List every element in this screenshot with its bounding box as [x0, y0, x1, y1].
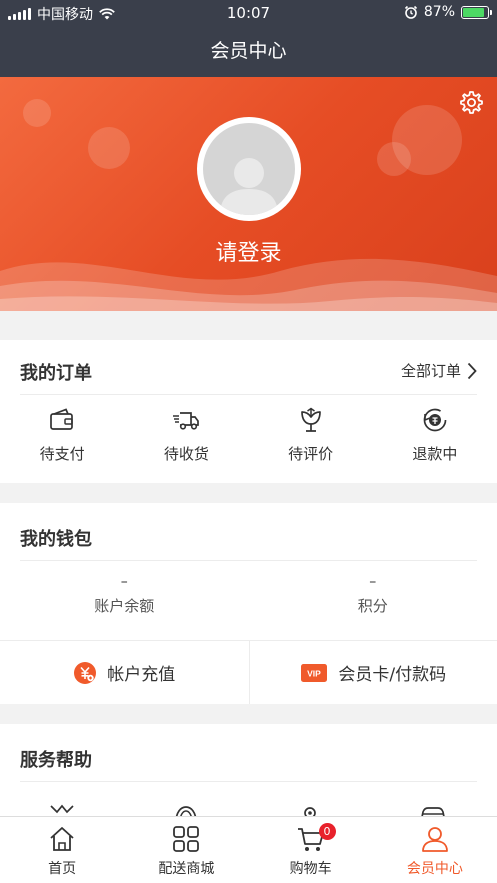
decor-waves: [0, 258, 497, 311]
avatar[interactable]: [197, 117, 301, 221]
tab-label: 配送商城: [158, 861, 215, 877]
orders-card: 我的订单 全部订单 待支付 待收货 待评价 退款中: [0, 340, 497, 483]
decor-bubble: [88, 127, 130, 169]
order-status-label: 待评价: [288, 445, 334, 463]
vip-text: VIP: [308, 668, 322, 678]
tab-cart[interactable]: 0 购物车: [249, 817, 373, 883]
recharge-yen-icon: [74, 661, 97, 684]
order-status-list: 待支付 待收货 待评价 退款中: [0, 405, 497, 464]
account-balance-label: 账户余额: [94, 597, 155, 615]
points[interactable]: – 积分: [249, 573, 497, 616]
wallet-summary: – 账户余额 – 积分: [0, 573, 497, 616]
decor-bubble: [377, 142, 411, 176]
divider: [20, 781, 477, 782]
recharge-button[interactable]: 帐户充值: [0, 641, 249, 704]
flower-icon: [300, 407, 321, 432]
divider: [20, 560, 477, 561]
default-avatar-icon: [203, 123, 295, 215]
settings-gear-icon[interactable]: [457, 89, 485, 117]
tab-label: 首页: [48, 861, 77, 877]
services-title: 服务帮助: [20, 750, 92, 771]
service-car-icon[interactable]: [418, 804, 448, 816]
grid-icon: [173, 826, 200, 852]
tab-label: 会员中心: [406, 861, 463, 877]
wallet-icon: [50, 408, 73, 430]
account-balance[interactable]: – 账户余额: [0, 573, 249, 616]
alarm-icon: [404, 5, 417, 19]
delivery-truck-icon: [173, 412, 200, 430]
wallet-actions: 帐户充值 VIP 会员卡/付款码: [0, 640, 497, 704]
member-card-button[interactable]: VIP 会员卡/付款码: [248, 641, 497, 704]
page-title: 会员中心: [210, 40, 287, 62]
all-orders-link[interactable]: 全部订单: [401, 360, 477, 381]
decor-bubble: [23, 99, 51, 127]
vip-card-icon: VIP: [301, 663, 328, 682]
profile-header: 请登录: [0, 77, 497, 311]
tab-home[interactable]: 首页: [0, 817, 124, 883]
tab-member-center[interactable]: 会员中心: [373, 817, 497, 883]
cart-count-badge: 0: [318, 823, 336, 840]
nav-bar: 会员中心: [0, 27, 497, 77]
recharge-label: 帐户充值: [107, 665, 176, 685]
wallet-card: 我的钱包 – 账户余额 – 积分 帐户充值 VIP 会员卡/付款码: [0, 503, 497, 704]
all-orders-label: 全部订单: [400, 362, 461, 380]
divider: [20, 394, 477, 395]
service-tie-icon[interactable]: [47, 804, 77, 816]
service-location-icon[interactable]: [295, 804, 325, 816]
tab-label: 购物车: [289, 861, 332, 877]
points-value: –: [369, 574, 377, 590]
order-pending-payment[interactable]: 待支付: [0, 405, 124, 464]
bottom-tab-bar: 首页 配送商城 0 购物车 会员中心: [0, 816, 497, 883]
wallet-title: 我的钱包: [20, 529, 92, 550]
battery-percent: 87%: [423, 4, 455, 20]
tab-delivery-mall[interactable]: 配送商城: [124, 817, 248, 883]
chevron-right-icon: [467, 362, 477, 379]
order-status-label: 退款中: [412, 445, 458, 463]
order-status-label: 待收货: [163, 445, 209, 463]
order-status-label: 待支付: [39, 445, 85, 463]
battery-icon: [461, 5, 492, 19]
service-headset-icon[interactable]: [171, 804, 201, 816]
order-pending-delivery[interactable]: 待收货: [124, 405, 248, 464]
home-icon: [50, 827, 74, 851]
user-icon: [421, 827, 448, 852]
points-label: 积分: [357, 597, 388, 615]
order-pending-review[interactable]: 待评价: [249, 405, 373, 464]
services-card: 服务帮助: [0, 724, 497, 816]
order-refunding[interactable]: 退款中: [373, 405, 497, 464]
account-balance-value: –: [120, 574, 128, 590]
orders-title: 我的订单: [20, 363, 92, 384]
member-card-label: 会员卡/付款码: [338, 665, 447, 685]
status-bar: 中国移动 10:07 87%: [0, 0, 497, 27]
refund-icon: [423, 408, 447, 432]
